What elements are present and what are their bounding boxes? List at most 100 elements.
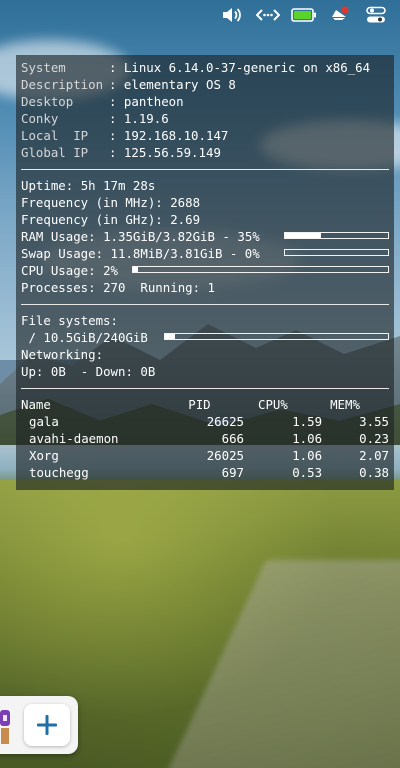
net-up-value: 0B [50, 364, 66, 379]
fs-root-row: / 10.5GiB/240GiB [21, 329, 389, 346]
ram-usage-fill [285, 233, 322, 238]
process-name: gala [29, 414, 59, 429]
conky-widget: System: Linux 6.14.0-37-generic on x86_6… [16, 55, 394, 490]
swap-usage-bar [284, 249, 389, 256]
process-table: Name PID CPU% MEM% gala 26625 1.59 3.55 avah… [21, 396, 389, 481]
ram-usage-bar [284, 232, 389, 239]
col-cpu-header: CPU% [258, 397, 288, 412]
system-info-row: Local IP: 192.168.10.147 [21, 127, 389, 144]
fs-root-value: / 10.5GiB/240GiB [28, 330, 148, 345]
app-icon [0, 710, 10, 744]
process-pid: 26625 [206, 414, 245, 429]
freq-mhz-label: Frequency (in MHz): [21, 195, 163, 210]
fs-usage-fill [165, 334, 175, 339]
process-name: touchegg [29, 465, 89, 480]
swap-label: Swap Usage: [21, 246, 104, 261]
process-name: avahi-daemon [29, 431, 119, 446]
system-info-section: System: Linux 6.14.0-37-generic on x86_6… [21, 59, 389, 161]
system-info-value: elementary OS 8 [123, 77, 236, 92]
process-cpu: 1.59 [292, 414, 323, 429]
session-indicator[interactable] [358, 0, 394, 30]
colon: : [109, 94, 124, 109]
file-systems-label: File systems: [21, 313, 118, 328]
fs-usage-bar [164, 333, 389, 340]
system-info-key: Global IP [21, 145, 89, 160]
process-row: gala 26625 1.59 3.55 [21, 413, 389, 430]
separator [21, 304, 389, 305]
battery-icon [291, 8, 316, 22]
system-info-value: Linux 6.14.0-37-generic on x86_64 [123, 60, 371, 75]
cpu-value: 2% [103, 263, 118, 278]
system-info-row: Desktop: pantheon [21, 93, 389, 110]
freq-ghz-label: Frequency (in GHz): [21, 212, 163, 227]
process-table-header: Name PID CPU% MEM% [21, 396, 389, 413]
system-info-value: 192.168.10.147 [123, 128, 229, 143]
process-mem: 0.23 [359, 431, 389, 446]
system-info-value: 1.19.6 [123, 111, 169, 126]
separator [21, 388, 389, 389]
cpu-usage-bar [132, 266, 389, 273]
volume-icon [223, 8, 241, 22]
session-toggle-icon [366, 6, 386, 23]
separator [21, 169, 389, 170]
ram-row: RAM Usage: 1.35GiB/3.82GiB - 35% [21, 228, 389, 245]
swap-row: Swap Usage: 11.8MiB/3.81GiB - 0% [21, 245, 389, 262]
colon: : [109, 128, 124, 143]
process-mem: 2.07 [359, 448, 389, 463]
process-cpu: 1.06 [292, 431, 323, 446]
cpu-usage-fill [133, 267, 139, 272]
dock [0, 696, 78, 754]
battery-indicator[interactable] [286, 0, 322, 30]
colon: : [109, 145, 124, 160]
process-mem: 3.55 [359, 414, 389, 429]
freq-mhz-row: Frequency (in MHz): 2688 [21, 194, 389, 211]
system-info-row: Description: elementary OS 8 [21, 76, 389, 93]
networking-label: Networking: [21, 347, 104, 362]
notifications-indicator[interactable] [322, 0, 358, 30]
dock-add-button[interactable] [24, 704, 70, 746]
net-up-label: Up: [21, 364, 44, 379]
processes-label: Processes: [21, 280, 96, 295]
freq-mhz-value: 2688 [170, 195, 201, 210]
system-info-value: pantheon [123, 94, 184, 109]
processes-value: 270 [103, 280, 126, 295]
swap-value: 11.8MiB/3.81GiB - 0% [110, 246, 260, 261]
system-info-key: Desktop [21, 94, 74, 109]
running-label: Running: [140, 280, 201, 295]
col-name-header: Name [21, 397, 51, 412]
ram-value: 1.35GiB/3.82GiB - 35% [103, 229, 260, 244]
uptime-row: Uptime: 5h 17m 28s [21, 177, 389, 194]
process-cpu: 1.06 [292, 448, 323, 463]
process-name: Xorg [29, 448, 59, 463]
process-row: Xorg 26025 1.06 2.07 [21, 447, 389, 464]
col-mem-header: MEM% [330, 397, 360, 412]
net-row: Up: 0B - Down: 0B [21, 363, 389, 380]
colon: : [109, 60, 124, 75]
system-info-key: Conky [21, 111, 59, 126]
running-value: 1 [207, 280, 216, 295]
col-pid-header: PID [188, 397, 211, 412]
processes-row: Processes: 270 Running: 1 [21, 279, 389, 296]
colon: : [109, 111, 124, 126]
uptime-label: Uptime: [21, 178, 74, 193]
system-info-row: Conky: 1.19.6 [21, 110, 389, 127]
net-down-value: 0B [140, 364, 156, 379]
uptime-value: 5h 17m 28s [80, 178, 156, 193]
dock-app-launcher[interactable] [0, 706, 10, 744]
system-info-key: Local IP [21, 128, 89, 143]
colon: : [109, 77, 124, 92]
fs-header-row: File systems: [21, 312, 389, 329]
top-panel [0, 0, 400, 30]
volume-indicator[interactable] [214, 0, 250, 30]
system-info-key: System [21, 60, 66, 75]
system-info-row: Global IP: 125.56.59.149 [21, 144, 389, 161]
plus-icon [37, 715, 57, 735]
process-pid: 697 [221, 465, 245, 480]
system-info-value: 125.56.59.149 [123, 145, 221, 160]
cpu-row: CPU Usage: 2% [21, 262, 389, 279]
process-row: touchegg 697 0.53 0.38 [21, 464, 389, 481]
network-indicator[interactable] [250, 0, 286, 30]
network-icon [256, 9, 280, 21]
ram-label: RAM Usage: [21, 229, 96, 244]
net-header-row: Networking: [21, 346, 389, 363]
